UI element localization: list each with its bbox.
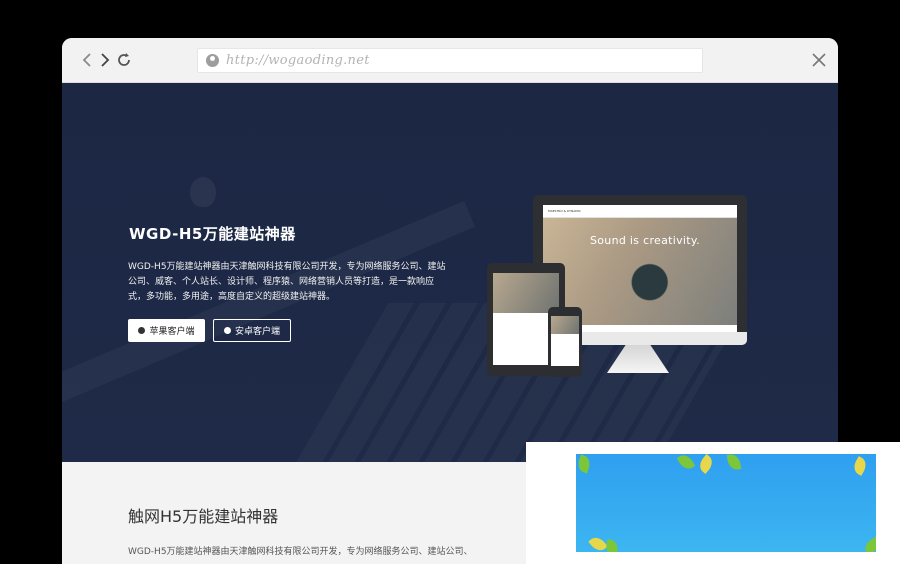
- phone-screen: [551, 316, 579, 366]
- hero-banner: WGD-H5万能建站神器 WGD-H5万能建站神器由天津触网科技有限公司开发，专…: [62, 83, 838, 462]
- ios-client-button[interactable]: 苹果客户端: [128, 319, 205, 342]
- leaf-icon: [604, 539, 620, 552]
- android-icon: [223, 327, 231, 334]
- url-text: http://wogaoding.net: [226, 53, 370, 68]
- mockup-slogan: Sound is creativity.: [590, 234, 700, 247]
- address-bar[interactable]: http://wogaoding.net: [197, 48, 703, 73]
- apple-icon: [138, 327, 146, 334]
- leaf-icon: [850, 456, 870, 476]
- leaf-icon: [726, 454, 742, 471]
- hero-description: WGD-H5万能建站神器由天津触网科技有限公司开发，专为网络服务公司、建站公司、…: [128, 262, 446, 302]
- leaf-icon: [862, 536, 876, 552]
- leaf-icon: [576, 454, 593, 474]
- browser-toolbar: http://wogaoding.net: [62, 38, 838, 83]
- refresh-icon[interactable]: [115, 51, 133, 69]
- apple-logo-background: [190, 177, 216, 207]
- android-client-button[interactable]: 安卓客户端: [213, 319, 291, 342]
- ad-popup: [526, 442, 900, 564]
- globe-icon: [206, 54, 219, 67]
- hero-title: WGD-H5万能建站神器: [129, 225, 296, 243]
- leaf-icon: [676, 454, 696, 472]
- forward-icon[interactable]: [95, 51, 113, 69]
- mockup-brand: MAESTRO & DYNAMIC: [543, 205, 737, 218]
- android-client-label: 安卓客户端: [234, 327, 280, 337]
- section-title: 触网H5万能建站神器: [128, 507, 279, 526]
- phone-image: [551, 316, 579, 334]
- section-description: WGD-H5万能建站神器由天津触网科技有限公司开发，专为网络服务公司、建站公司、: [128, 547, 473, 557]
- monitor-stand: [607, 345, 669, 373]
- leaf-icon: [588, 534, 608, 552]
- close-icon[interactable]: [810, 51, 828, 69]
- device-mockup: MAESTRO & DYNAMIC Sound is creativity.: [487, 195, 752, 377]
- popup-image: [576, 454, 876, 552]
- ios-client-label: 苹果客户端: [149, 327, 195, 337]
- phone-mockup: [548, 307, 582, 377]
- leaf-icon: [696, 454, 716, 474]
